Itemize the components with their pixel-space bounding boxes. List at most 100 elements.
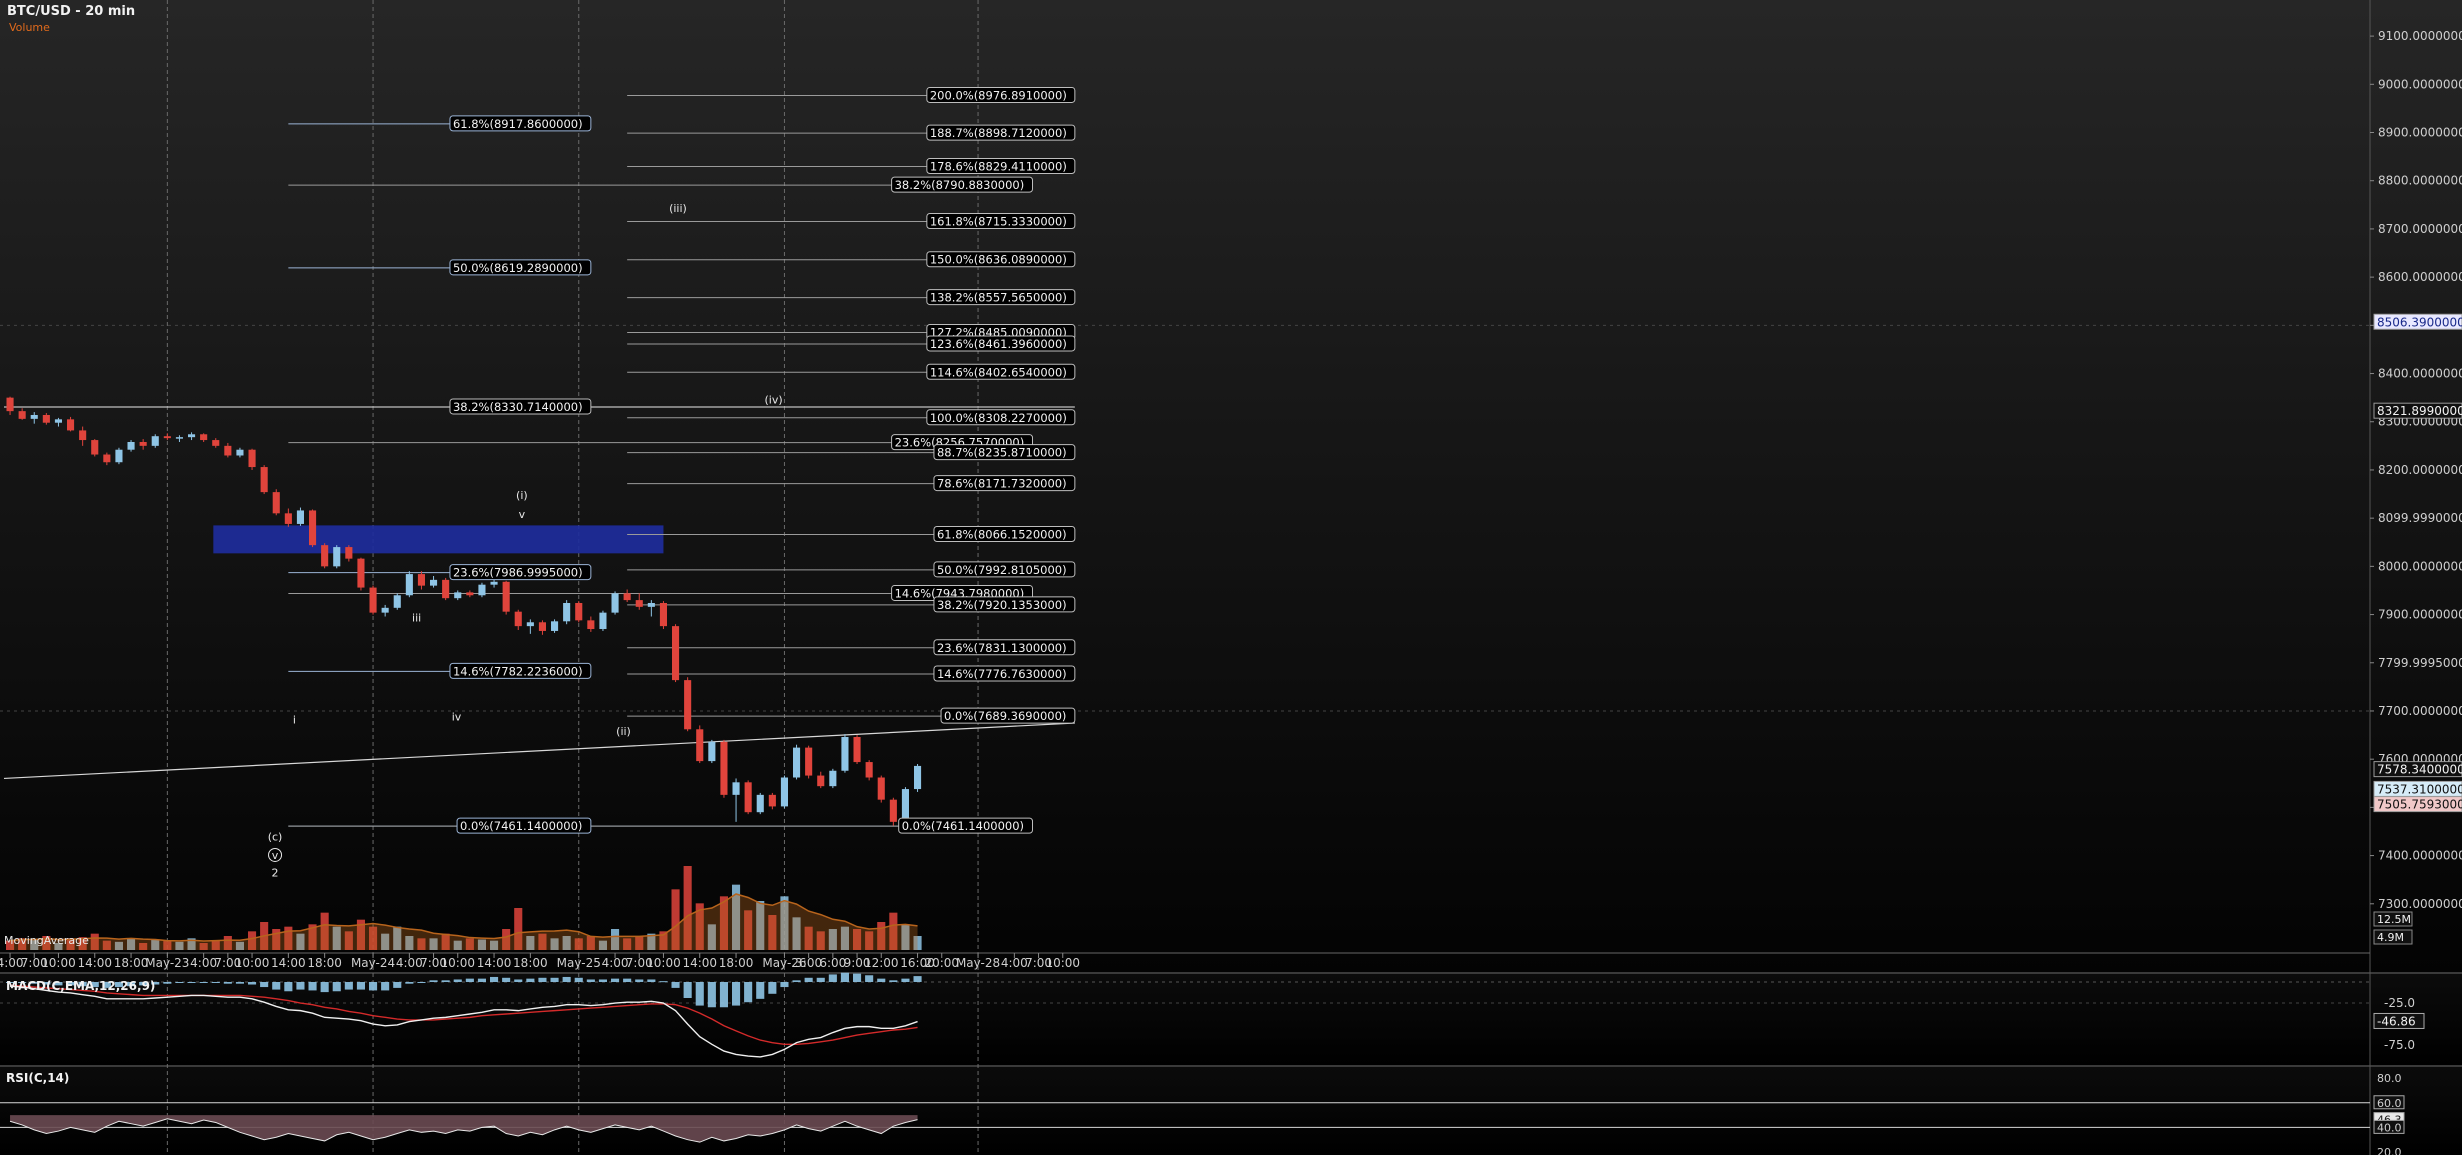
macd-histogram-bar	[719, 982, 728, 1008]
macd-histogram-bar	[562, 976, 571, 982]
macd-histogram-bar	[611, 978, 620, 982]
price-tick-label: 9100.0000000	[2378, 29, 2462, 43]
fib-level-label: 200.0%(8976.8910000)	[930, 88, 1067, 102]
macd-histogram-bar	[889, 980, 898, 982]
candle-body	[103, 454, 111, 463]
macd-histogram-bar	[344, 982, 353, 990]
candle-body	[829, 770, 837, 787]
fib-level-label: 38.2%(8790.8830000)	[895, 178, 1025, 192]
price-tick-label: 8000.0000000	[2378, 559, 2462, 573]
macd-histogram-bar	[732, 982, 741, 1006]
candle-body	[768, 794, 776, 807]
fib-level-label: 61.8%(8917.8600000)	[453, 117, 583, 131]
candle-body	[877, 777, 885, 800]
current-price-label: 7578.3400000	[2377, 763, 2462, 777]
candle-body	[841, 737, 849, 771]
macd-histogram-bar	[671, 982, 680, 988]
fib-level-label: 188.7%(8898.7120000)	[930, 126, 1067, 140]
chart-canvas[interactable]: 7300.00000007400.00000007500.00000007600…	[0, 0, 2462, 1155]
candle-body	[514, 611, 522, 627]
rsi-area	[10, 1115, 918, 1143]
macd-histogram-bar	[853, 973, 862, 982]
time-tick-label: 10:00	[440, 956, 475, 970]
macd-histogram-bar	[768, 982, 777, 994]
time-tick-label: May-25	[557, 956, 601, 970]
fib-level-label: 50.0%(8619.2890000)	[453, 261, 583, 275]
time-tick-label: May-28	[956, 956, 1000, 970]
fib-level-label: 178.6%(8829.4110000)	[930, 160, 1067, 174]
macd-histogram-bar	[284, 982, 293, 992]
price-tick-label: 8700.0000000	[2378, 222, 2462, 236]
fib-level-label: 50.0%(7992.8105000)	[937, 563, 1067, 577]
candle-body	[6, 397, 14, 412]
macd-histogram-bar	[514, 979, 523, 982]
macd-histogram-bar	[865, 975, 874, 982]
candle-body	[659, 602, 667, 627]
wave-label: (c)	[268, 831, 283, 844]
macd-tick-label: -75.0	[2384, 1038, 2415, 1052]
fib-level-label: 123.6%(8461.3960000)	[930, 337, 1067, 351]
fib-level-label: 138.2%(8557.5650000)	[930, 291, 1067, 305]
candle-body	[780, 777, 788, 807]
chart-app: 7300.00000007400.00000007500.00000007600…	[0, 0, 2462, 1155]
macd-histogram-bar	[356, 982, 365, 990]
candle-body	[526, 622, 534, 627]
price-tick-label: 9000.0000000	[2378, 77, 2462, 91]
time-tick-label: 14:00	[271, 956, 306, 970]
price-tick-label: 7300.0000000	[2378, 897, 2462, 911]
candle-body	[817, 775, 825, 787]
current-price-label: 8506.3900000	[2377, 315, 2462, 329]
candle-body	[538, 622, 546, 631]
chart-title: BTC/USD - 20 min	[7, 4, 136, 19]
time-tick-label: May-23	[145, 956, 189, 970]
candle-body	[478, 584, 486, 596]
fib-level-label: 78.6%(8171.7320000)	[937, 477, 1067, 491]
price-tick-label: 8900.0000000	[2378, 126, 2462, 140]
rsi-tick-label: 20.0	[2377, 1146, 2402, 1155]
time-tick-label: 4:00	[396, 956, 423, 970]
time-tick-label: May-24	[351, 956, 395, 970]
candle-body	[248, 449, 256, 468]
candle-body	[115, 449, 123, 463]
current-price-label: 7537.3100000	[2377, 782, 2462, 796]
fib-level-label: 14.6%(7782.2236000)	[453, 664, 583, 678]
candle-body	[672, 626, 680, 681]
macd-histogram-bar	[490, 976, 499, 982]
macd-histogram-bar	[502, 977, 511, 982]
fib-level-label: 23.6%(7986.9995000)	[453, 566, 583, 580]
fib-level-label: 161.8%(8715.3330000)	[930, 215, 1067, 229]
macd-histogram-bar	[659, 981, 668, 983]
macd-histogram-bar	[465, 978, 474, 982]
macd-histogram-bar	[526, 978, 535, 982]
candle-body	[127, 441, 135, 450]
time-tick-label: 12:00	[864, 956, 899, 970]
macd-current-label: -46.86	[2377, 1014, 2416, 1028]
macd-histogram-bar	[756, 982, 765, 999]
macd-histogram-bar	[223, 982, 232, 984]
price-tick-label: 8400.0000000	[2378, 367, 2462, 381]
candle-body	[163, 436, 171, 439]
macd-histogram-bar	[235, 982, 244, 984]
time-tick-label: 10:00	[235, 956, 270, 970]
volume-ma-label: MovingAverage	[4, 934, 89, 947]
fib-level-label: 61.8%(8066.1520000)	[937, 527, 1067, 541]
macd-histogram-bar	[804, 977, 813, 982]
candle-body	[732, 782, 740, 795]
candle-body	[623, 593, 631, 601]
fib-level-label: 88.7%(8235.8710000)	[937, 446, 1067, 460]
macd-histogram-bar	[417, 982, 426, 983]
fib-level-label: 38.2%(7920.1353000)	[937, 598, 1067, 612]
fib-level-label: 0.0%(7689.3690000)	[944, 709, 1066, 723]
macd-histogram-bar	[332, 982, 341, 992]
fib-level-label: 100.0%(8308.2270000)	[930, 411, 1067, 425]
time-tick-label: 10:00	[41, 956, 76, 970]
macd-histogram-bar	[877, 978, 886, 982]
candle-body	[417, 574, 425, 586]
time-tick-label: 4:00	[1001, 956, 1028, 970]
macd-histogram-bar	[477, 978, 486, 982]
candle-body	[647, 602, 655, 607]
macd-histogram-bar	[163, 982, 172, 984]
macd-histogram-bar	[598, 979, 607, 982]
macd-histogram-bar	[635, 979, 644, 982]
wave-label: v	[519, 508, 526, 521]
